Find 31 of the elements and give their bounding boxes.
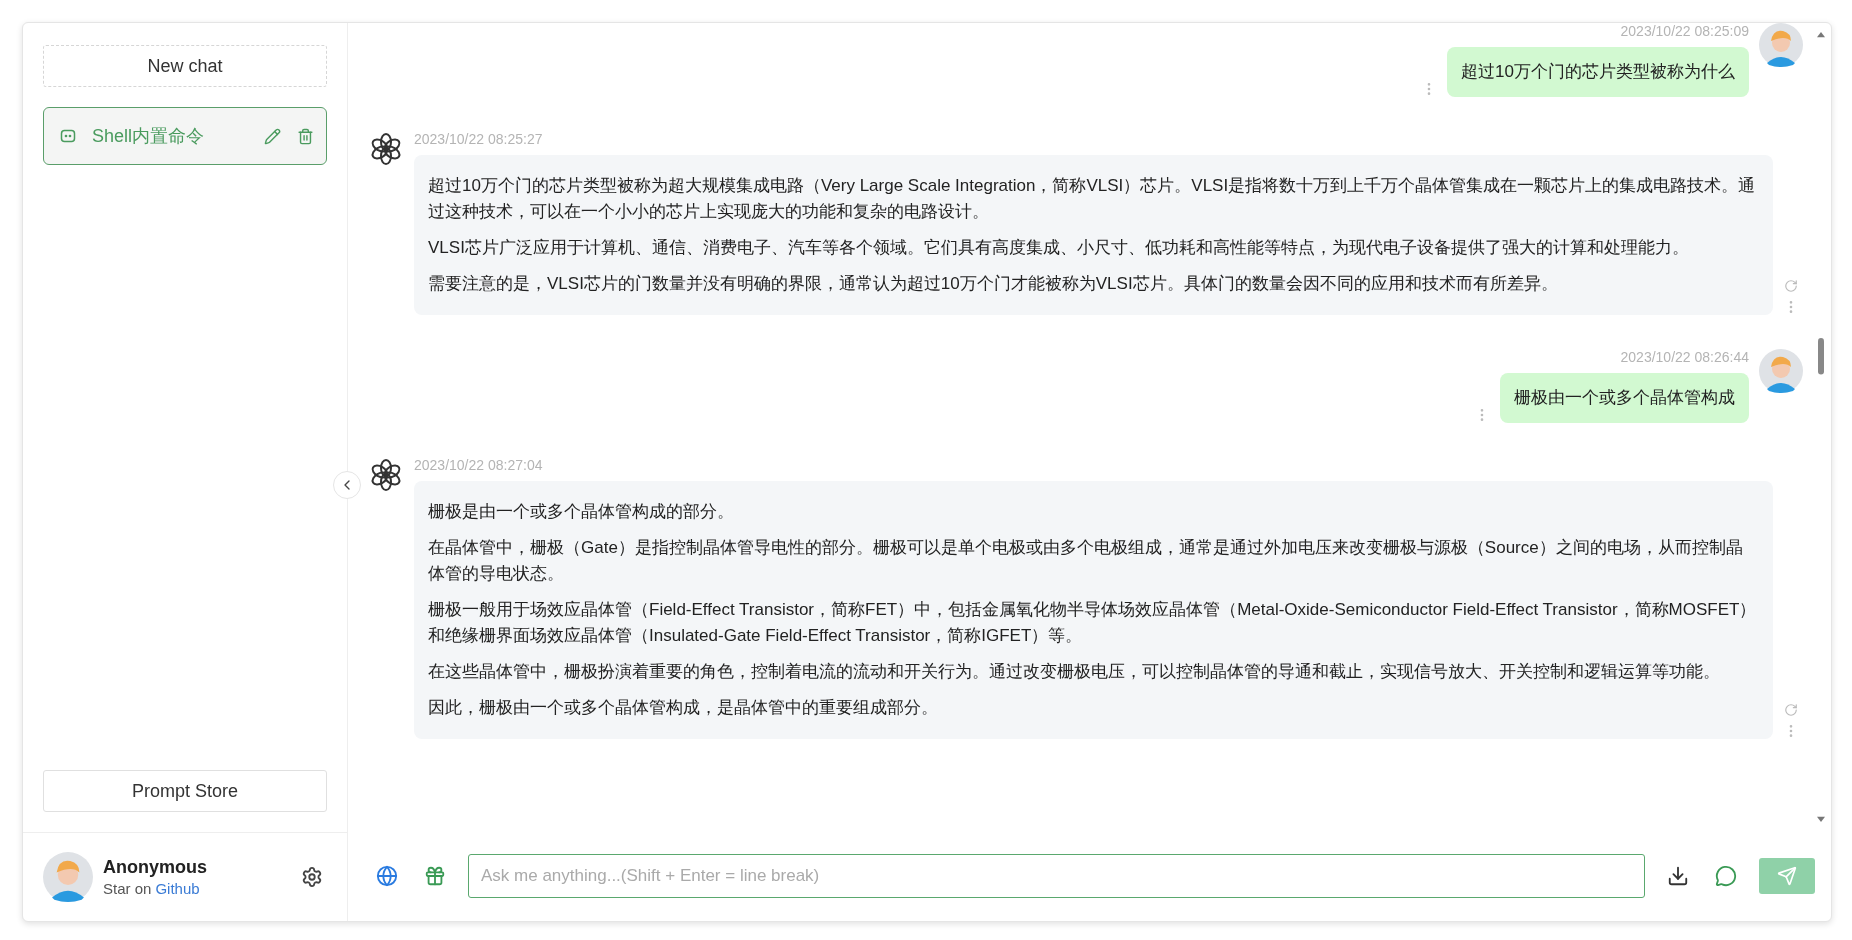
- message-paragraph: 栅极一般用于场效应晶体管（Field-Effect Transistor，简称FET）中，包括金属氧化物半导体场效应晶体管（Metal-Oxide-Semiconductor Field-Effect Transistor，简称MOSFET）和绝缘栅界面场效应晶体管（Insulated-Gate Field-Effect Transistor，简称IGFET）等。: [428, 599, 1758, 647]
- message-paragraph: 需要注意的是，VLSI芯片的门数量并没有明确的界限，通常认为超过10万个门才能被称为VLSI芯片。具体门的数量会因不同的应用和技术而有所差异。: [428, 273, 1559, 295]
- collapse-button[interactable]: [333, 471, 361, 499]
- message-time: 2023/10/22 08:27:04: [414, 457, 544, 473]
- send-button[interactable]: [1759, 858, 1815, 894]
- message-time: 2023/10/22 08:26:44: [1620, 349, 1749, 365]
- message-paragraph: 在晶体管中，栅极（Gate）是指控制晶体管导电性的部分。栅极可以是单个电极或由多个电极组成，通常是通过外加电压来改变栅极与源极（Source）之间的电场，从而控制晶体管的导电状态。: [428, 537, 1744, 585]
- chat-icon: [60, 128, 76, 144]
- delete-icon[interactable]: [297, 127, 314, 145]
- message-input[interactable]: Ask me anything...(Shift + Enter = line break): [468, 854, 1645, 898]
- message-paragraph: 在这些晶体管中，栅极扮演着重要的角色，控制着电流的流动和开关行为。通过改变栅极电压，可以控制晶体管的导通和截止，实现信号放大、开关控制和逻辑运算等功能。: [428, 661, 1721, 683]
- prompt-store-button[interactable]: Prompt Store: [43, 770, 327, 812]
- refresh-icon[interactable]: [1784, 703, 1798, 717]
- avatar: [1759, 349, 1803, 393]
- message-paragraph: 因此，栅极由一个或多个晶体管构成，是晶体管中的重要组成部分。: [428, 697, 939, 719]
- user-name: Anonymous: [103, 857, 208, 878]
- message-paragraph: 栅极是由一个或多个晶体管构成的部分。: [428, 501, 735, 523]
- new-chat-button[interactable]: New chat: [43, 45, 327, 87]
- chat-title: Shell内置命令: [92, 125, 206, 148]
- user-message: 超过10万个门的芯片类型被称为什么: [1447, 47, 1749, 97]
- user-subtitle: Star on: [103, 880, 152, 897]
- message-time: 2023/10/22 08:25:09: [1620, 23, 1749, 39]
- send-icon: [1777, 866, 1797, 886]
- message-paragraph: 超过10万个门的芯片类型被称为超大规模集成电路（Very Large Scale Integration，简称VLSI）芯片。VLSI是指将数十万到上千万个晶体管集成在一颗芯片上的集成电路技术。通过这种技术，可以在一个小小的芯片上实现庞大的功能和复杂的电路设计。: [428, 175, 1757, 223]
- github-link[interactable]: Github: [155, 880, 200, 897]
- avatar: [43, 852, 93, 902]
- refresh-icon[interactable]: [1784, 279, 1798, 293]
- message-paragraph: VLSI芯片广泛应用于计算机、通信、消费电子、汽车等各个领域。它们具有高度集成、小尺寸、低功耗和高性能等特点，为现代电子设备提供了强大的计算和处理能力。: [428, 237, 1690, 259]
- user-message: 栅极由一个或多个晶体管构成: [1500, 373, 1749, 423]
- message-time: 2023/10/22 08:25:27: [414, 131, 544, 147]
- edit-icon[interactable]: [264, 127, 281, 145]
